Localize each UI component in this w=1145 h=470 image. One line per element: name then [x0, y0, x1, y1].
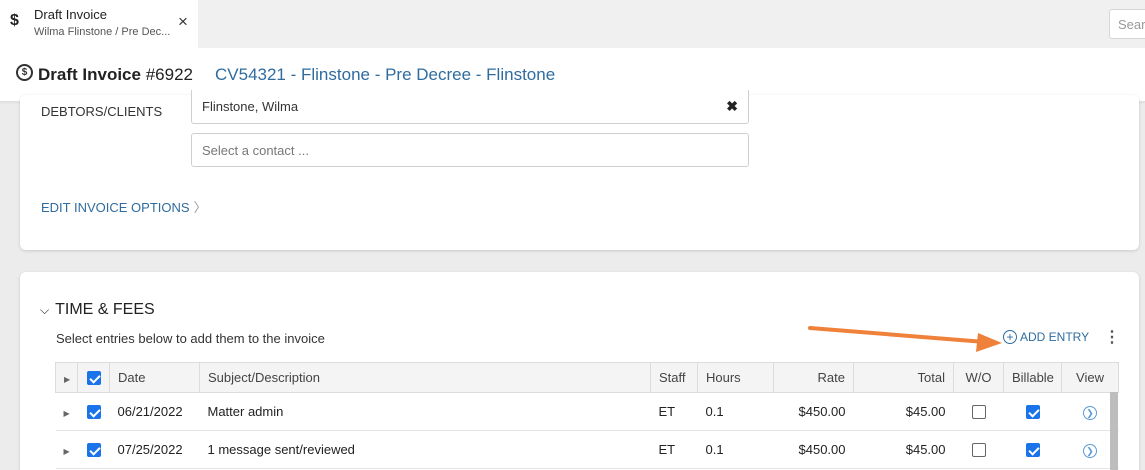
invoice-number: #6922 [145, 65, 193, 84]
add-entry-label: ADD ENTRY [1020, 330, 1090, 344]
debtor-field[interactable]: Flinstone, Wilma ✖ [191, 90, 749, 124]
add-entry-button[interactable]: + ADD ENTRY [1003, 330, 1089, 344]
row-date: 06/21/2022 [109, 392, 200, 431]
table-row[interactable]: ▶ 06/21/2022 Matter admin ET 0.1 $450.00… [55, 392, 1119, 431]
row-rate: $450.00 [773, 392, 854, 431]
tab-subtitle: Wilma Flinstone / Pre Dec... [34, 26, 171, 38]
row-total: $45.00 [853, 430, 954, 469]
contact-select[interactable]: Select a contact ... [191, 133, 749, 167]
scrollbar[interactable] [1110, 392, 1118, 470]
time-fees-card: ⌵ TIME & FEES Select entries below to add… [20, 272, 1139, 470]
row-staff: ET [650, 430, 698, 469]
row-staff: ET [650, 392, 698, 431]
debtors-label: DEBTORS/CLIENTS [41, 104, 163, 119]
row-subject: 1 message sent/reviewed [199, 430, 651, 469]
chevron-right-icon: 〉 [193, 200, 207, 215]
clear-icon[interactable]: ✖ [726, 98, 738, 115]
page-title: Draft Invoice #6922 [38, 65, 193, 85]
row-rate: $450.00 [773, 430, 854, 469]
edit-invoice-options-link[interactable]: EDIT INVOICE OPTIONS 〉 [41, 197, 207, 216]
col-hours[interactable]: Hours [697, 362, 774, 393]
tab-title: Draft Invoice [34, 7, 107, 22]
dollar-icon: $ [10, 12, 19, 29]
col-rate[interactable]: Rate [773, 362, 854, 393]
col-wo[interactable]: W/O [953, 362, 1004, 393]
row-select-checkbox[interactable] [77, 430, 110, 469]
page-title-prefix: Draft Invoice [38, 65, 146, 84]
close-icon[interactable]: × [178, 12, 188, 32]
billable-checkbox[interactable] [1003, 392, 1062, 431]
select-all-checkbox[interactable] [77, 362, 110, 393]
expand-row-icon[interactable]: ▶ [55, 430, 78, 469]
row-hours: 0.1 [697, 430, 774, 469]
row-total: $45.00 [853, 392, 954, 431]
writeoff-checkbox[interactable] [953, 430, 1004, 469]
row-hours: 0.1 [697, 392, 774, 431]
expand-row-icon[interactable]: ▶ [55, 392, 78, 431]
expand-all-icon[interactable]: ▶ [55, 362, 78, 393]
annotation-arrow [808, 326, 1002, 352]
row-select-checkbox[interactable] [77, 392, 110, 431]
row-subject: Matter admin [199, 392, 651, 431]
col-view[interactable]: View [1061, 362, 1119, 393]
tab-draft-invoice[interactable]: $ Draft Invoice Wilma Flinstone / Pre De… [0, 0, 198, 48]
entries-table: ▶ Date Subject/Description Staff Hours R… [55, 362, 1119, 469]
invoice-coin-icon: $ [16, 64, 33, 81]
col-total[interactable]: Total [853, 362, 954, 393]
tab-bar: $ Draft Invoice Wilma Flinstone / Pre De… [0, 0, 1145, 48]
matter-link[interactable]: CV54321 - Flinstone - Pre Decree - Flins… [215, 65, 555, 85]
more-options-icon[interactable]: ⋮ [1104, 327, 1120, 347]
col-date[interactable]: Date [109, 362, 200, 393]
col-subject[interactable]: Subject/Description [199, 362, 651, 393]
plus-circle-icon: + [1003, 330, 1017, 344]
search-input[interactable]: Sear [1109, 9, 1145, 39]
table-header: ▶ Date Subject/Description Staff Hours R… [55, 362, 1119, 393]
debtor-value: Flinstone, Wilma [202, 99, 299, 114]
billable-checkbox[interactable] [1003, 430, 1062, 469]
table-row[interactable]: ▶ 07/25/2022 1 message sent/reviewed ET … [55, 430, 1119, 469]
writeoff-checkbox[interactable] [953, 392, 1004, 431]
row-date: 07/25/2022 [109, 430, 200, 469]
edit-options-label: EDIT INVOICE OPTIONS [41, 200, 190, 215]
col-billable[interactable]: Billable [1003, 362, 1062, 393]
col-staff[interactable]: Staff [650, 362, 698, 393]
invoice-details-card: DEBTORS/CLIENTS Flinstone, Wilma ✖ Selec… [20, 90, 1139, 250]
